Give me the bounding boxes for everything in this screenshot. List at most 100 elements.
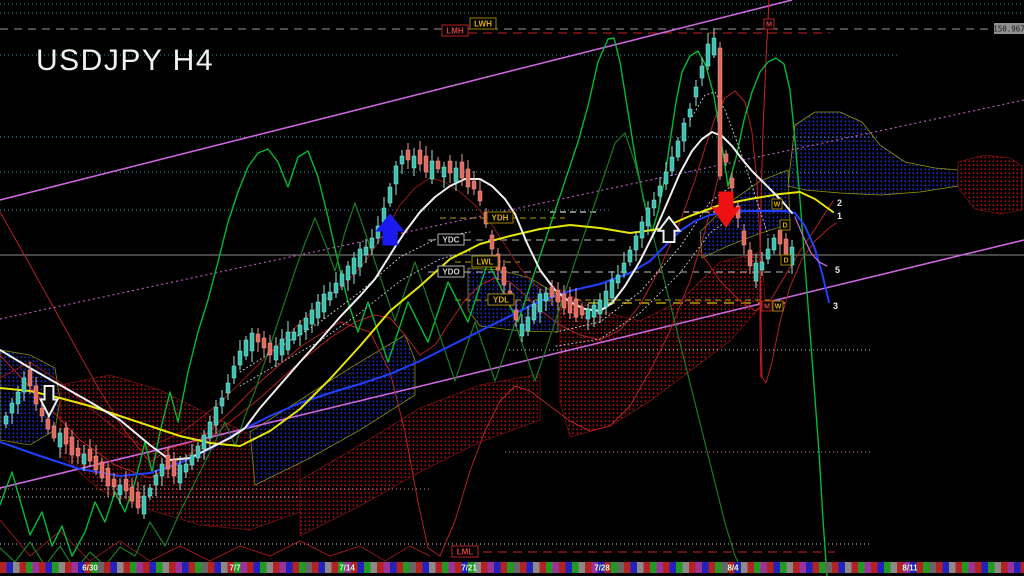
- red-cloud-right: [957, 154, 1023, 215]
- navy-cloud-right: [787, 111, 959, 196]
- strip-segment: [377, 562, 384, 573]
- candle-body: [339, 273, 345, 287]
- strip-segment: [533, 562, 540, 573]
- strip-segment: [812, 562, 819, 573]
- strip-segment: [312, 562, 319, 573]
- candle-body: [603, 290, 609, 308]
- candle-body: [705, 43, 711, 67]
- strip-segment: [962, 562, 969, 573]
- strip-segment: [643, 562, 650, 573]
- candle-body: [87, 448, 93, 462]
- strip-segment: [676, 562, 683, 573]
- candle-body: [81, 453, 87, 465]
- candle-body: [429, 160, 435, 180]
- candle-body: [723, 153, 729, 163]
- strip-segment: [175, 562, 182, 573]
- strip-segment: [240, 562, 247, 573]
- price-tag-d: D: [779, 219, 791, 231]
- candle-body: [279, 338, 285, 356]
- strip-segment: [565, 562, 572, 573]
- price-tag-ydc-text: YDC: [443, 236, 460, 245]
- strip-segment: [923, 562, 930, 573]
- candle-body: [123, 478, 129, 492]
- current-price-label: 150.967: [993, 25, 1024, 34]
- strip-segment: [526, 562, 533, 573]
- strip-segment: [669, 562, 676, 573]
- price-tag-ydh: YDH: [486, 211, 514, 224]
- candle-body: [249, 332, 255, 352]
- candle-body: [519, 323, 525, 337]
- candle-body: [57, 432, 63, 448]
- price-chart[interactable]: YDHYDCLWLYDOYDLLMLLWHLMHMM WWDD2153150.96…: [0, 0, 1024, 576]
- candle-body: [273, 345, 279, 361]
- date-label: 8/4: [727, 564, 739, 573]
- strip-segment: [104, 562, 111, 573]
- white-up-arrow[interactable]: [656, 215, 682, 243]
- strip-segment: [143, 562, 150, 573]
- strip-segment: [331, 562, 338, 573]
- price-tag-lwl: LWL: [471, 255, 499, 268]
- candle-body: [471, 180, 477, 190]
- price-tag-ydo: YDO: [437, 265, 465, 278]
- price-tag-ydl-text: YDL: [493, 296, 509, 305]
- strip-segment: [975, 562, 982, 573]
- target-number-3: 3: [833, 301, 838, 311]
- date-label: 6/30: [82, 564, 98, 573]
- strip-segment: [793, 562, 800, 573]
- strip-segment: [585, 562, 592, 573]
- candle-body: [639, 221, 645, 239]
- candle-body: [453, 167, 459, 183]
- strip-segment: [760, 562, 767, 573]
- strip-segment: [936, 562, 943, 573]
- candle-body: [195, 445, 201, 459]
- strip-segment: [201, 562, 208, 573]
- candle-body: [357, 248, 363, 268]
- candle-body: [741, 230, 747, 246]
- strip-segment: [364, 562, 371, 573]
- strip-segment: [357, 562, 364, 573]
- strip-segment: [858, 562, 865, 573]
- candle-body: [171, 459, 177, 477]
- strip-segment: [442, 562, 449, 573]
- strip-segment: [552, 562, 559, 573]
- candle-body: [177, 464, 183, 484]
- strip-segment: [273, 562, 280, 573]
- strip-segment: [988, 562, 995, 573]
- strip-segment: [188, 562, 195, 573]
- strip-segment: [708, 562, 715, 573]
- strip-segment: [19, 562, 26, 573]
- candle-body: [27, 369, 33, 387]
- candle-body: [477, 190, 483, 202]
- strip-segment: [195, 562, 202, 573]
- strip-segment: [624, 562, 631, 573]
- strip-segment: [214, 562, 221, 573]
- strip-segment: [221, 562, 228, 573]
- candle-body: [225, 382, 231, 394]
- strip-segment: [156, 562, 163, 573]
- strip-segment: [435, 562, 442, 573]
- candle-body: [159, 463, 165, 477]
- date-label: 7/21: [461, 564, 477, 573]
- strip-segment: [0, 562, 7, 573]
- candle-body: [333, 282, 339, 294]
- target-number-2: 2: [837, 198, 842, 208]
- strip-segment: [32, 562, 39, 573]
- price-tag-w-text: W: [774, 202, 781, 209]
- candle-body: [141, 495, 147, 515]
- candle-body: [771, 237, 777, 251]
- price-tag-lml-text: LML: [457, 548, 474, 557]
- candle-body: [657, 185, 663, 197]
- strip-segment: [162, 562, 169, 573]
- strip-segment: [663, 562, 670, 573]
- price-tag-lmh-text: LMH: [446, 27, 464, 36]
- candle-body: [387, 186, 393, 204]
- candle-body: [135, 491, 141, 509]
- strip-segment: [507, 562, 514, 573]
- strip-segment: [968, 562, 975, 573]
- candle-body: [609, 279, 615, 299]
- candle-body: [669, 156, 675, 172]
- strip-segment: [39, 562, 46, 573]
- candle-body: [579, 306, 585, 316]
- strip-segment: [838, 562, 845, 573]
- candle-body: [465, 168, 471, 188]
